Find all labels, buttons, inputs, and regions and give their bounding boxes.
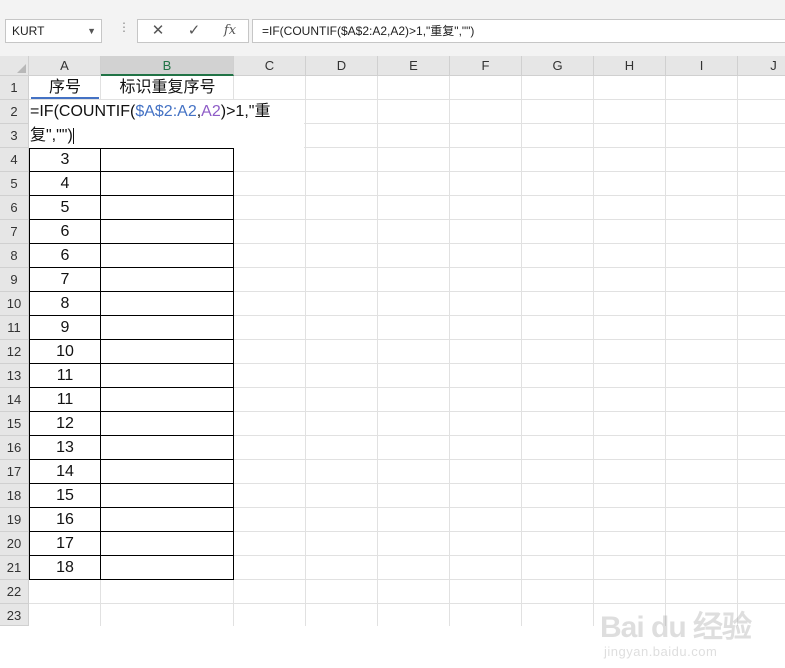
formula-text-start: =IF(COUNTIF( <box>30 103 136 120</box>
formula-ref-cell: A2 <box>201 103 221 120</box>
enter-icon[interactable]: ✓ <box>176 20 212 42</box>
row-header-7[interactable]: 7 <box>0 220 29 244</box>
table-row[interactable]: 7 <box>29 268 101 292</box>
row-header-8[interactable]: 8 <box>0 244 29 268</box>
row-header-11[interactable]: 11 <box>0 316 29 340</box>
column-header-d[interactable]: D <box>306 56 378 76</box>
watermark-text: Bai du 经验 <box>600 611 752 644</box>
reference-highlight-a <box>31 97 99 99</box>
row-header-22[interactable]: 22 <box>0 580 29 604</box>
text-caret <box>72 127 74 144</box>
row-header-15[interactable]: 15 <box>0 412 29 436</box>
table-row[interactable]: 18 <box>29 556 101 580</box>
baidu-jingyan-watermark: Bai du 经验 jingyan.baidu.com <box>600 598 780 668</box>
formula-input[interactable]: =IF(COUNTIF($A$2:A2,A2)>1,"重复","") <box>252 19 785 43</box>
table-row[interactable]: 15 <box>29 484 101 508</box>
column-header-g[interactable]: G <box>522 56 594 76</box>
formula-ref-range: $A$2:A2 <box>135 103 197 120</box>
table-row[interactable]: 6 <box>29 244 101 268</box>
row-header-3[interactable]: 3 <box>0 124 29 148</box>
row-header-4[interactable]: 4 <box>0 148 29 172</box>
table-row[interactable]: 9 <box>29 316 101 340</box>
table-row[interactable]: 14 <box>29 460 101 484</box>
name-box[interactable]: KURT ▼ <box>5 19 102 43</box>
watermark-url: jingyan.baidu.com <box>604 644 718 659</box>
spreadsheet-grid: A B C D E F G H I J 1 2 3 4 5 6 7 8 9 10… <box>0 56 785 659</box>
more-options-icon[interactable]: ⋮ <box>118 20 130 34</box>
row-header-23[interactable]: 23 <box>0 604 29 626</box>
table-row[interactable]: 6 <box>29 220 101 244</box>
select-all-button[interactable] <box>0 56 29 76</box>
formula-text-line2: 复","") <box>30 127 73 144</box>
row-header-9[interactable]: 9 <box>0 268 29 292</box>
row-header-14[interactable]: 14 <box>0 388 29 412</box>
table-row[interactable]: 8 <box>29 292 101 316</box>
table-row[interactable]: 10 <box>29 340 101 364</box>
column-header-h[interactable]: H <box>594 56 666 76</box>
table-row[interactable]: 4 <box>29 172 101 196</box>
insert-function-icon[interactable]: fx <box>212 20 248 42</box>
column-header-j[interactable]: J <box>738 56 785 76</box>
column-header-f[interactable]: F <box>450 56 522 76</box>
row-header-10[interactable]: 10 <box>0 292 29 316</box>
column-header-e[interactable]: E <box>378 56 450 76</box>
row-header-17[interactable]: 17 <box>0 460 29 484</box>
row-header-19[interactable]: 19 <box>0 508 29 532</box>
table-row[interactable]: 16 <box>29 508 101 532</box>
row-header-16[interactable]: 16 <box>0 436 29 460</box>
table-row[interactable]: 13 <box>29 436 101 460</box>
table-row[interactable]: 11 <box>29 388 101 412</box>
row-header-1[interactable]: 1 <box>0 76 29 100</box>
formula-buttons: ✕ ✓ fx <box>137 19 249 43</box>
cancel-icon[interactable]: ✕ <box>140 20 176 42</box>
column-header-a[interactable]: A <box>29 56 101 76</box>
formula-text-end: )>1,"重 <box>220 103 271 120</box>
column-header-i[interactable]: I <box>666 56 738 76</box>
table-row[interactable]: 11 <box>29 364 101 388</box>
table-row[interactable]: 5 <box>29 196 101 220</box>
row-header-2[interactable]: 2 <box>0 100 29 124</box>
table-row[interactable]: 12 <box>29 412 101 436</box>
row-header-6[interactable]: 6 <box>0 196 29 220</box>
table-row[interactable]: 3 <box>29 148 101 172</box>
row-header-12[interactable]: 12 <box>0 340 29 364</box>
table-row[interactable]: 17 <box>29 532 101 556</box>
formula-bar-area: KURT ▼ ⋮ ✕ ✓ fx =IF(COUNTIF($A$2:A2,A2)>… <box>0 0 785 56</box>
row-header-13[interactable]: 13 <box>0 364 29 388</box>
row-header-18[interactable]: 18 <box>0 484 29 508</box>
row-header-20[interactable]: 20 <box>0 532 29 556</box>
cell-edit-formula[interactable]: =IF(COUNTIF($A$2:A2,A2)>1,"重 复","") <box>29 100 304 148</box>
chevron-down-icon[interactable]: ▼ <box>87 20 96 42</box>
name-box-value: KURT <box>12 24 45 38</box>
row-header-21[interactable]: 21 <box>0 556 29 580</box>
column-header-b[interactable]: B <box>101 56 234 76</box>
row-header-5[interactable]: 5 <box>0 172 29 196</box>
column-header-c[interactable]: C <box>234 56 306 76</box>
